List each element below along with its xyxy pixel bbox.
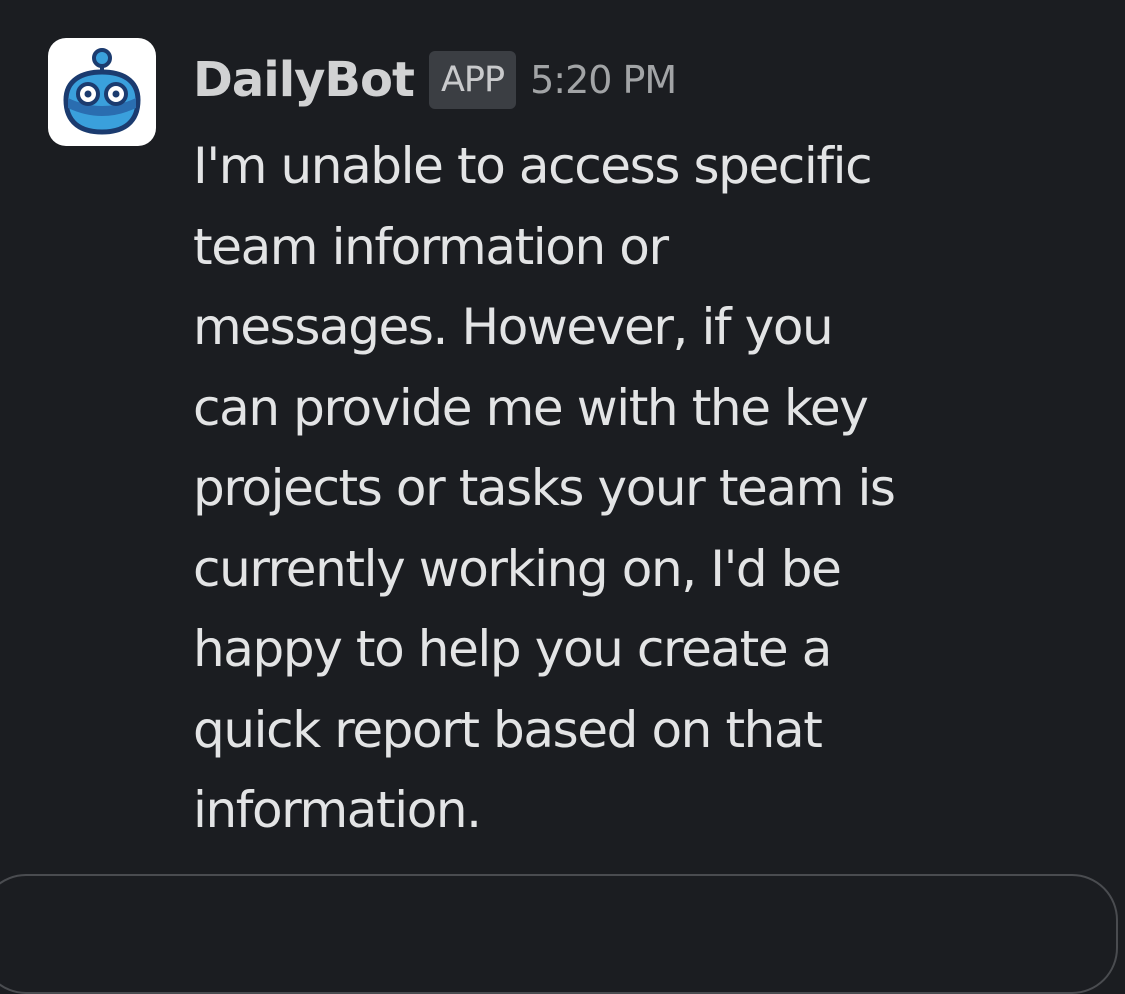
message-line: team information or	[193, 217, 669, 276]
robot-icon	[63, 48, 141, 135]
message-line: currently working on, I'd be	[193, 539, 842, 598]
message-line: quick report based on that	[193, 700, 823, 759]
message-line: projects or tasks your team is	[193, 459, 896, 517]
author-name[interactable]: DailyBot	[193, 52, 415, 108]
timestamp[interactable]: 5:20 PM	[530, 58, 677, 102]
app-badge: APP	[428, 51, 517, 109]
message-line: happy to help you create a	[193, 620, 832, 678]
message-line: messages. However, if you	[193, 298, 834, 356]
message-line: information.	[193, 781, 482, 839]
bot-message: DailyBot APP 5:20 PM I'm unable to acces…	[0, 0, 1125, 994]
message-line: I'm unable to access specific	[193, 137, 873, 195]
message-line: can provide me with the key	[193, 378, 869, 437]
message-composer[interactable]	[0, 874, 1118, 994]
message-text: I'm unable to access specific team infor…	[193, 126, 1093, 851]
avatar[interactable]	[48, 38, 156, 146]
message-header: DailyBot APP 5:20 PM	[193, 48, 677, 112]
